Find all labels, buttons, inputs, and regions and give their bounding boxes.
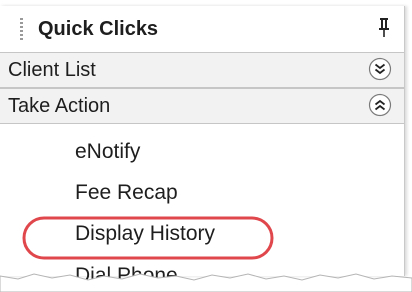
section-client-list[interactable]: Client List (0, 52, 404, 88)
chevron-double-up-icon[interactable] (368, 93, 392, 117)
action-item-enotify[interactable]: eNotify (75, 140, 140, 164)
action-item-dial-phone[interactable]: Dial Phone (75, 264, 178, 288)
chevron-double-down-icon[interactable] (368, 57, 392, 81)
quick-clicks-panel: Quick Clicks Client List Take Action eNo… (0, 6, 405, 287)
panel-title: Quick Clicks (38, 18, 159, 40)
screenshot-frame: Quick Clicks Client List Take Action eNo… (0, 0, 412, 292)
section-label: Take Action (8, 95, 111, 117)
section-label: Client List (8, 59, 96, 81)
action-item-display-history[interactable]: Display History (75, 222, 215, 246)
section-take-action[interactable]: Take Action (0, 88, 404, 124)
pin-icon[interactable] (376, 17, 392, 39)
panel-header: Quick Clicks (0, 6, 404, 52)
drag-grip-icon[interactable] (20, 18, 23, 40)
action-item-fee-recap[interactable]: Fee Recap (75, 181, 178, 205)
